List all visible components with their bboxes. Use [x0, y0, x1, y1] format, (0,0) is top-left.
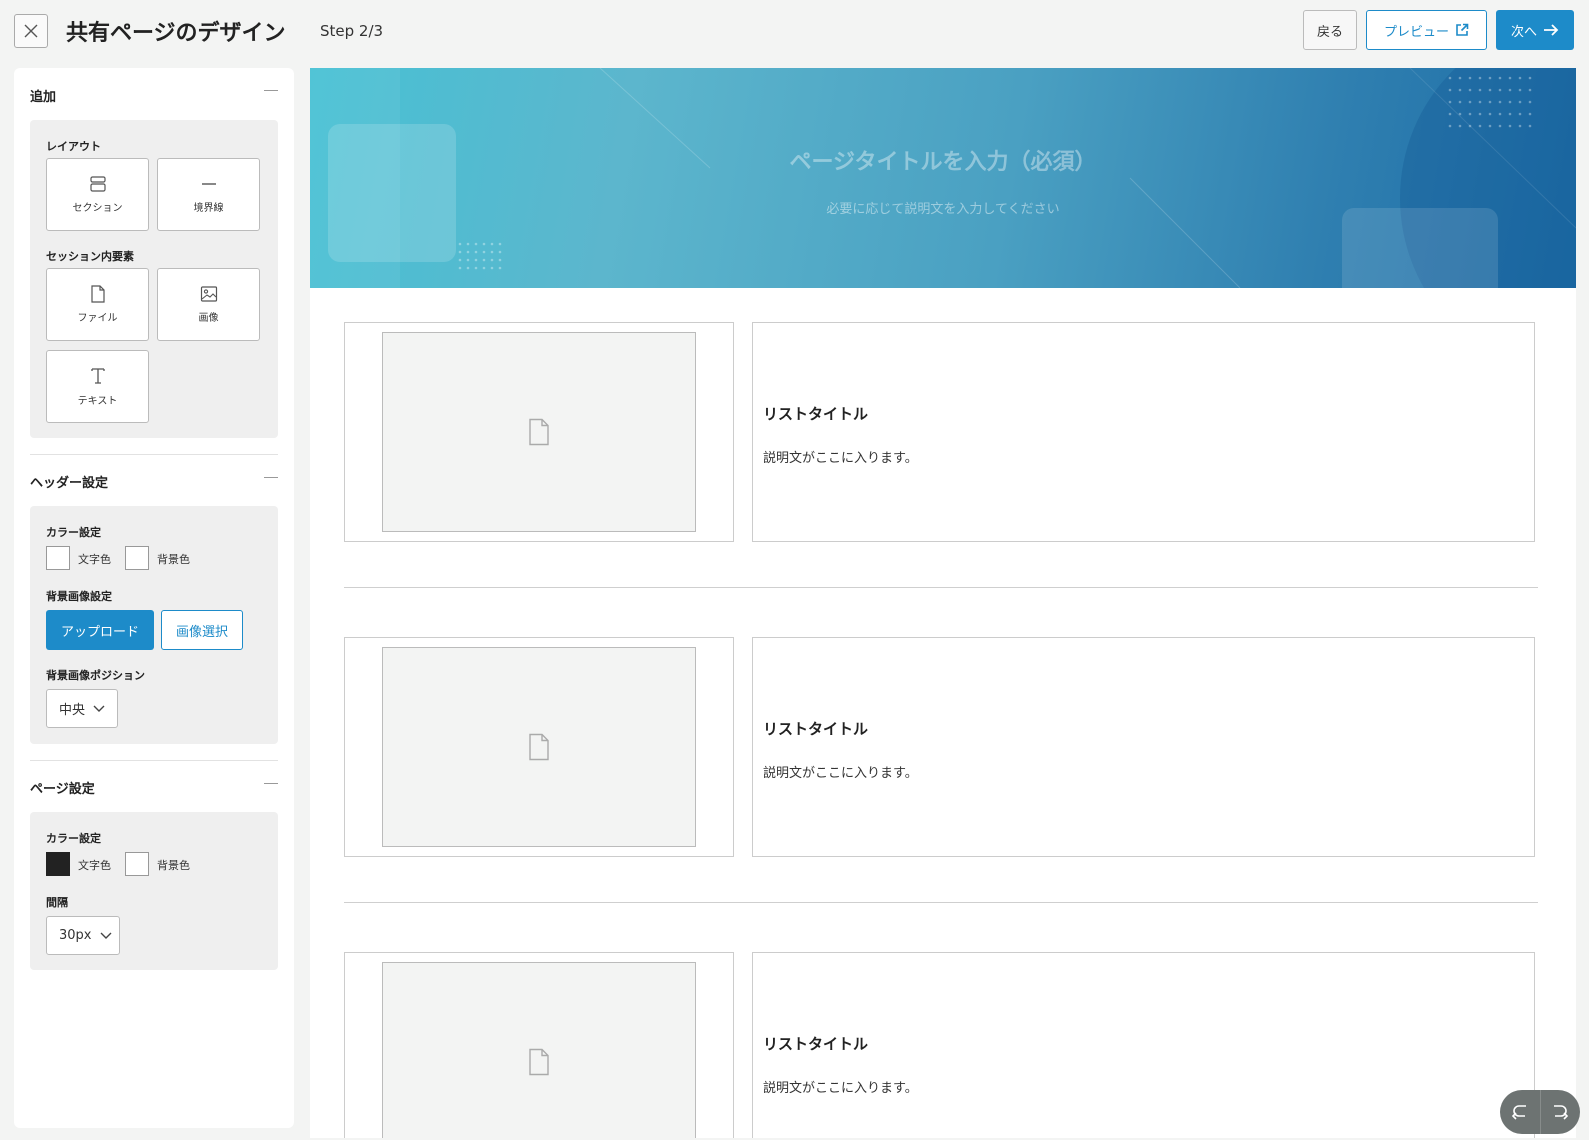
- list-item[interactable]: リストタイトル 説明文がここに入ります。: [344, 637, 1535, 857]
- item-text-box[interactable]: リストタイトル 説明文がここに入ります。: [752, 637, 1535, 857]
- file-icon: [529, 1048, 549, 1076]
- collapse-page-settings-icon[interactable]: [264, 783, 278, 784]
- back-button[interactable]: 戻る: [1303, 10, 1357, 50]
- header-settings-panel: カラー設定 文字色 背景色 背景画像設定 アップロード 画像選択 背景画像ポジシ…: [30, 506, 278, 744]
- page-text-color-label: 文字色: [78, 859, 111, 872]
- item-image-placeholder[interactable]: [382, 647, 696, 847]
- step-indicator: Step 2/3: [320, 22, 384, 40]
- header-text-color-label: 文字色: [78, 553, 111, 566]
- section-divider-line: [344, 587, 1538, 588]
- collapse-add-icon[interactable]: [264, 90, 278, 91]
- layout-label: レイアウト: [46, 140, 101, 153]
- file-tile-label: ファイル: [77, 313, 118, 324]
- select-image-button[interactable]: 画像選択: [161, 610, 243, 650]
- spacing-label: 間隔: [46, 896, 68, 909]
- header-settings-heading: ヘッダー設定: [30, 476, 109, 491]
- add-section-heading: 追加: [30, 90, 57, 105]
- top-bar: 共有ページのデザイン Step 2/3 戻る プレビュー 次へ: [0, 0, 1589, 62]
- add-section-tile[interactable]: セクション: [46, 158, 149, 231]
- bg-position-value: 中央: [59, 703, 86, 718]
- section-icon: [89, 176, 106, 192]
- item-title[interactable]: リストタイトル: [763, 718, 868, 739]
- page-settings-panel: カラー設定 文字色 背景色 間隔 30px: [30, 812, 278, 970]
- item-text-box[interactable]: リストタイトル 説明文がここに入ります。: [752, 952, 1535, 1138]
- page-title: 共有ページのデザイン: [66, 21, 286, 46]
- upload-button[interactable]: アップロード: [46, 610, 154, 650]
- page-canvas: ページタイトルを入力（必須） 必要に応じて説明文を入力してください リストタイト…: [310, 68, 1576, 1138]
- list-item[interactable]: リストタイトル 説明文がここに入ります。: [344, 322, 1535, 542]
- section-divider-line: [344, 902, 1538, 903]
- close-button[interactable]: [14, 14, 48, 48]
- bg-position-select[interactable]: 中央: [46, 689, 118, 728]
- header-text-color-swatch[interactable]: [46, 546, 70, 570]
- item-description[interactable]: 説明文がここに入ります。: [763, 762, 918, 781]
- add-file-tile[interactable]: ファイル: [46, 268, 149, 341]
- preview-button-label: プレビュー: [1383, 24, 1449, 40]
- bg-image-label: 背景画像設定: [46, 590, 112, 603]
- external-link-icon: [1456, 23, 1469, 36]
- image-tile-label: 画像: [198, 313, 219, 324]
- item-title[interactable]: リストタイトル: [763, 1033, 868, 1054]
- item-image-placeholder[interactable]: [382, 332, 696, 532]
- chevron-down-icon: [100, 932, 111, 939]
- sidebar-divider: [30, 454, 278, 455]
- image-icon: [200, 286, 217, 302]
- add-panel: レイアウト セクション 境界線 セッション内要素 ファイル 画像 テキスト: [30, 120, 278, 438]
- hero-decoration: [310, 68, 1576, 288]
- item-description[interactable]: 説明文がここに入ります。: [763, 1077, 918, 1096]
- elements-label: セッション内要素: [46, 250, 134, 263]
- item-image-box[interactable]: [344, 952, 734, 1138]
- add-text-tile[interactable]: テキスト: [46, 350, 149, 423]
- page-color-label: カラー設定: [46, 832, 101, 845]
- redo-icon: [1554, 1105, 1569, 1120]
- settings-sidebar: 追加 レイアウト セクション 境界線 セッション内要素 ファイル 画像 テキスト…: [14, 68, 294, 1128]
- file-icon: [90, 285, 105, 303]
- header-bg-color-swatch[interactable]: [125, 546, 149, 570]
- collapse-header-settings-icon[interactable]: [264, 477, 278, 478]
- text-tile-label: テキスト: [77, 396, 118, 407]
- file-icon: [529, 733, 549, 761]
- item-description[interactable]: 説明文がここに入ります。: [763, 447, 918, 466]
- page-bg-color-swatch[interactable]: [125, 852, 149, 876]
- item-image-box[interactable]: [344, 322, 734, 542]
- spacing-select[interactable]: 30px: [46, 916, 120, 955]
- upload-button-label: アップロード: [60, 624, 139, 640]
- add-divider-tile[interactable]: 境界線: [157, 158, 260, 231]
- section-tile-label: セクション: [72, 203, 123, 214]
- select-image-button-label: 画像選択: [175, 624, 228, 640]
- preview-button[interactable]: プレビュー: [1366, 10, 1487, 50]
- text-icon: [90, 368, 105, 384]
- list-item[interactable]: リストタイトル 説明文がここに入ります。: [344, 952, 1535, 1138]
- item-text-box[interactable]: リストタイトル 説明文がここに入ります。: [752, 322, 1535, 542]
- header-bg-color-label: 背景色: [157, 553, 190, 566]
- header-color-label: カラー設定: [46, 526, 101, 539]
- close-icon: [24, 24, 38, 38]
- page-settings-heading: ページ設定: [30, 782, 95, 797]
- page-text-color-swatch[interactable]: [46, 852, 70, 876]
- sidebar-divider: [30, 760, 278, 761]
- redo-button[interactable]: [1540, 1090, 1580, 1134]
- next-button[interactable]: 次へ: [1496, 10, 1574, 50]
- next-button-label: 次へ: [1510, 24, 1537, 40]
- undo-button[interactable]: [1500, 1090, 1540, 1134]
- file-icon: [529, 418, 549, 446]
- undo-redo-control: [1500, 1090, 1580, 1134]
- spacing-value: 30px: [59, 928, 92, 943]
- divider-icon: [201, 183, 216, 185]
- add-image-tile[interactable]: 画像: [157, 268, 260, 341]
- page-bg-color-label: 背景色: [157, 859, 190, 872]
- back-button-label: 戻る: [1316, 24, 1343, 40]
- divider-tile-label: 境界線: [193, 203, 224, 214]
- hero-subtitle-placeholder[interactable]: 必要に応じて説明文を入力してください: [310, 198, 1576, 217]
- chevron-down-icon: [93, 705, 105, 712]
- hero-title-placeholder[interactable]: ページタイトルを入力（必須）: [310, 144, 1576, 176]
- header-hero[interactable]: ページタイトルを入力（必須） 必要に応じて説明文を入力してください: [310, 68, 1576, 288]
- arrow-right-icon: [1544, 24, 1559, 36]
- item-image-placeholder[interactable]: [382, 962, 696, 1138]
- undo-icon: [1511, 1105, 1526, 1120]
- item-title[interactable]: リストタイトル: [763, 403, 868, 424]
- bg-position-label: 背景画像ポジション: [46, 669, 145, 682]
- item-image-box[interactable]: [344, 637, 734, 857]
